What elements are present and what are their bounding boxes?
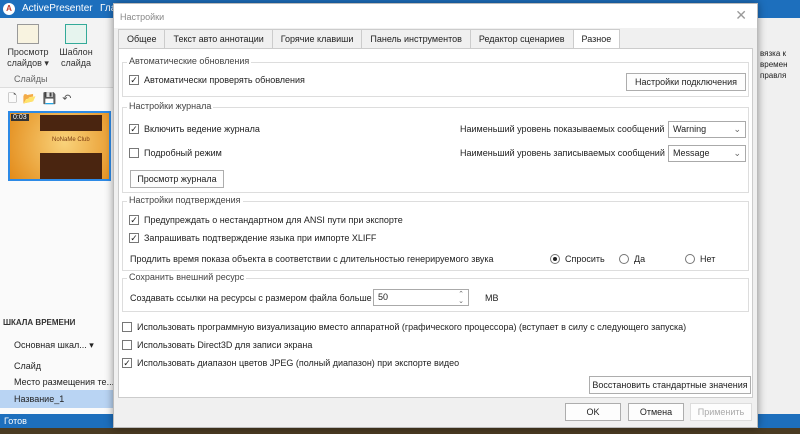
ribbon-partial-label: времен [760, 60, 788, 69]
restore-defaults-button[interactable]: Восстановить стандартные значения [589, 376, 751, 394]
tab-general[interactable]: Общее [118, 29, 166, 48]
checkmark-icon: ✓ [129, 215, 139, 225]
jpeg-range-checkbox[interactable]: ✓ Использовать диапазон цветов JPEG (полн… [122, 358, 459, 368]
app-logo-icon: A [3, 3, 15, 15]
ribbon-partial-label: правля [760, 71, 787, 80]
group-legend: Автоматические обновления [127, 56, 252, 66]
slide-template-button[interactable]: Шаблон слайда [58, 24, 94, 69]
chevron-down-icon: ⌄ [733, 124, 741, 134]
group-legend: Настройки журнала [127, 101, 214, 111]
group-auto-updates: Автоматические обновления ✓ Автоматически… [122, 56, 749, 97]
group-confirmation: Настройки подтверждения ✓ Предупреждать о… [122, 195, 749, 271]
min-write-level-select[interactable]: Message ⌄ [668, 145, 746, 162]
radio-ask[interactable]: Спросить [550, 254, 605, 264]
desktop-strip [0, 428, 800, 434]
timeline-selector[interactable]: Основная шкал... ▾ [14, 340, 94, 351]
ribbon-partial-label: вязка к [760, 49, 787, 58]
group-external-resource: Сохранить внешний ресурс Создавать ссылк… [122, 272, 749, 312]
view-journal-button[interactable]: Просмотр журнала [130, 170, 224, 188]
group-journal: Настройки журнала ✓ Включить ведение журн… [122, 101, 749, 193]
tab-hotkeys[interactable]: Горячие клавиши [271, 29, 363, 48]
status-text: Готов [4, 416, 27, 426]
slide-thumbnail[interactable]: 0:03 NoNaMe Club [8, 111, 111, 181]
min-show-level-label: Наименьший уровень показываемых сообщени… [460, 124, 665, 134]
spin-arrows-icon[interactable]: ⌃ ⌄ [458, 291, 464, 305]
checkmark-icon: ✓ [129, 124, 139, 134]
direct3d-checkbox[interactable]: Использовать Direct3D для записи экрана [122, 340, 312, 350]
cancel-button[interactable]: Отмена [628, 403, 684, 421]
tab-panel-misc: Автоматические обновления ✓ Автоматически… [118, 48, 753, 398]
ok-button[interactable]: OK [565, 403, 621, 421]
tab-toolbar[interactable]: Панель инструментов [361, 29, 471, 48]
apply-button[interactable]: Применить [690, 403, 752, 421]
right-ribbon-area: вязка к времен правля [758, 18, 800, 414]
extend-duration-label: Продлить время показа объекта в соответс… [130, 254, 494, 264]
timeline-header: ШКАЛА ВРЕМЕНИ [3, 318, 76, 327]
size-unit: MB [485, 293, 499, 303]
min-write-level-label: Наименьший уровень записываемых сообщени… [460, 148, 665, 158]
timeline-item[interactable]: Место размещения те... [14, 377, 114, 387]
dialog-title-bar: Настройки ✕ [114, 4, 757, 28]
tab-script-editor[interactable]: Редактор сценариев [469, 29, 574, 48]
radio-no[interactable]: Нет [685, 254, 715, 264]
settings-dialog: Настройки ✕ Общее Текст авто аннотации Г… [113, 3, 758, 428]
connection-settings-button[interactable]: Настройки подключения [626, 73, 746, 91]
min-show-level-select[interactable]: Warning ⌄ [668, 121, 746, 138]
slide-title: NoNaMe Club [52, 137, 90, 143]
checkmark-icon: ✓ [122, 358, 132, 368]
file-size-spinbox[interactable]: 50 ⌃ ⌄ [373, 289, 469, 306]
radio-yes[interactable]: Да [619, 254, 645, 264]
checkmark-icon: ✓ [129, 75, 139, 85]
ansi-warning-checkbox[interactable]: ✓ Предупреждать о нестандартном для ANSI … [129, 215, 403, 225]
checkmark-icon: ✓ [129, 233, 139, 243]
slides-view-button[interactable]: Просмотр слайдов ▾ [4, 24, 52, 69]
tab-bar: Общее Текст авто аннотации Горячие клави… [118, 29, 621, 49]
app-title: ActivePresenter [22, 3, 93, 14]
group-legend: Настройки подтверждения [127, 195, 243, 205]
software-render-checkbox[interactable]: Использовать программную визуализацию вм… [122, 322, 686, 332]
group-legend: Сохранить внешний ресурс [127, 272, 247, 282]
close-icon[interactable]: ✕ [735, 7, 747, 24]
dialog-title: Настройки [120, 12, 165, 22]
xliff-confirm-checkbox[interactable]: ✓ Запрашивать подтверждение языка при имп… [129, 233, 376, 243]
timeline-item-selected[interactable]: Название_1 [0, 390, 113, 408]
slide-duration: 0:03 [11, 114, 29, 121]
chevron-down-icon: ⌄ [733, 148, 741, 158]
slide-template-icon [65, 24, 87, 44]
slides-view-icon [17, 24, 39, 44]
group-label-slides: Слайды [14, 74, 48, 84]
tab-auto-annotation[interactable]: Текст авто аннотации [164, 29, 273, 48]
ribbon: Просмотр слайдов ▾ Шаблон слайда Слайды [0, 18, 113, 88]
external-size-label: Создавать ссылки на ресурсы с размером ф… [130, 293, 372, 303]
quick-access-toolbar[interactable]: 🗋📂💾↶ [8, 90, 77, 109]
verbose-mode-checkbox[interactable]: Подробный режим [129, 148, 222, 158]
tab-misc[interactable]: Разное [572, 29, 621, 49]
timeline-item[interactable]: Слайд [14, 361, 41, 371]
enable-journal-checkbox[interactable]: ✓ Включить ведение журнала [129, 124, 260, 134]
auto-check-checkbox[interactable]: ✓ Автоматически проверять обновления [129, 75, 305, 85]
